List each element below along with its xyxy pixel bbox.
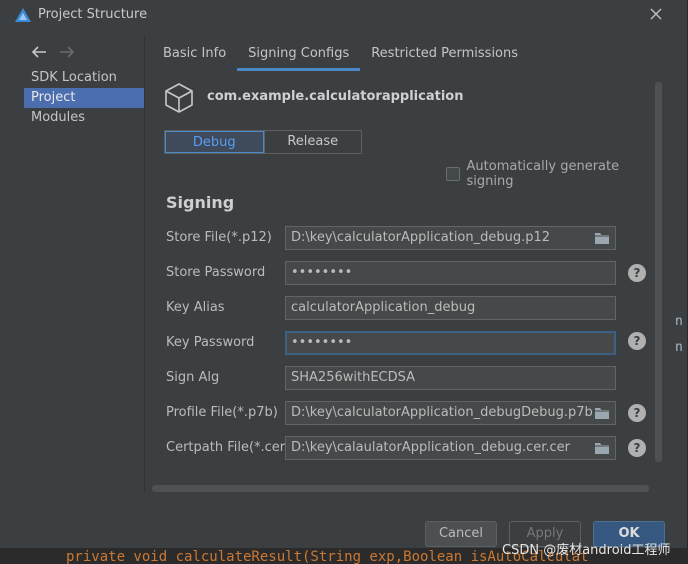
certpath-file-field[interactable]: D:\key\calaulatorApplication_debug.cer.c… [285,436,616,460]
build-type-selector: Debug Release [164,130,362,154]
horizontal-scrollbar[interactable] [152,485,649,492]
folder-icon[interactable] [594,231,610,245]
profile-file-help-icon[interactable]: ? [628,404,646,422]
profile-file-field[interactable]: D:\key\calculatorApplication_debugDebug.… [285,401,616,425]
tab-signing-configs[interactable]: Signing Configs [237,40,361,71]
background-editor-char: n [675,340,683,355]
window-title: Project Structure [38,7,148,22]
store-password-field[interactable]: •••••••• [285,261,616,285]
store-password-value: •••••••• [291,265,353,280]
folder-icon[interactable] [594,406,610,420]
signing-configs-panel: com.example.calculatorapplication Debug … [152,72,662,484]
key-password-field[interactable]: •••••••• [285,331,616,355]
project-structure-dialog: Project Structure SDK Location Project M… [0,0,688,548]
background-editor-char: n [675,314,683,329]
store-password-label: Store Password [166,265,266,280]
profile-file-value: D:\key\calculatorApplication_debugDebug.… [291,405,593,420]
sidebar-item-modules[interactable]: Modules [24,108,144,128]
store-password-help-icon[interactable]: ? [628,264,646,282]
profile-file-label: Profile File(*.p7b) [166,405,278,420]
store-file-value: D:\key\calculatorApplication_debug.p12 [291,230,551,245]
forward-arrow-icon[interactable] [58,44,76,60]
sidebar-divider [144,36,145,492]
key-alias-value: calculatorApplication_debug [291,300,476,315]
vertical-scrollbar[interactable] [655,82,662,462]
nav-arrows [30,44,76,60]
key-password-value: •••••••• [291,335,353,350]
signing-section-title: Signing [166,193,235,212]
key-alias-field[interactable]: calculatorApplication_debug [285,296,616,320]
sign-alg-label: Sign Alg [166,370,220,385]
store-file-label: Store File(*.p12) [166,230,272,245]
key-password-help-icon[interactable]: ? [628,332,646,350]
deveco-logo-icon [15,8,31,22]
folder-icon[interactable] [594,441,610,455]
watermark: CSDN @废材android工程师 [502,543,671,558]
auto-generate-checkbox[interactable] [446,167,460,181]
module-name: com.example.calculatorapplication [207,89,464,104]
certpath-file-help-icon[interactable]: ? [628,439,646,457]
certpath-file-value: D:\key\calaulatorApplication_debug.cer.c… [291,440,570,455]
key-password-label: Key Password [166,335,255,350]
sidebar-item-sdk-location[interactable]: SDK Location [24,68,144,88]
cancel-button[interactable]: Cancel [425,521,497,547]
release-toggle[interactable]: Release [263,131,362,153]
auto-generate-signing: Automatically generate signing [446,159,662,189]
store-file-field[interactable]: D:\key\calculatorApplication_debug.p12 [285,226,616,250]
sidebar-item-project[interactable]: Project [24,88,144,108]
sidebar-nav: SDK Location Project Modules [24,68,144,128]
title-bar: Project Structure [0,0,688,30]
tab-basic-info[interactable]: Basic Info [152,40,237,71]
sign-alg-value: SHA256withECDSA [291,370,416,385]
debug-toggle[interactable]: Debug [165,131,264,153]
key-alias-label: Key Alias [166,300,225,315]
tab-restricted-permissions[interactable]: Restricted Permissions [360,40,529,71]
tab-bar: Basic Info Signing Configs Restricted Pe… [152,40,529,71]
auto-generate-label: Automatically generate signing [466,159,620,189]
back-arrow-icon[interactable] [30,44,48,60]
sign-alg-field[interactable]: SHA256withECDSA [285,366,616,390]
certpath-file-label: Certpath File(*.cer) [166,440,291,455]
close-icon[interactable] [648,6,664,22]
module-cube-icon [165,83,193,113]
